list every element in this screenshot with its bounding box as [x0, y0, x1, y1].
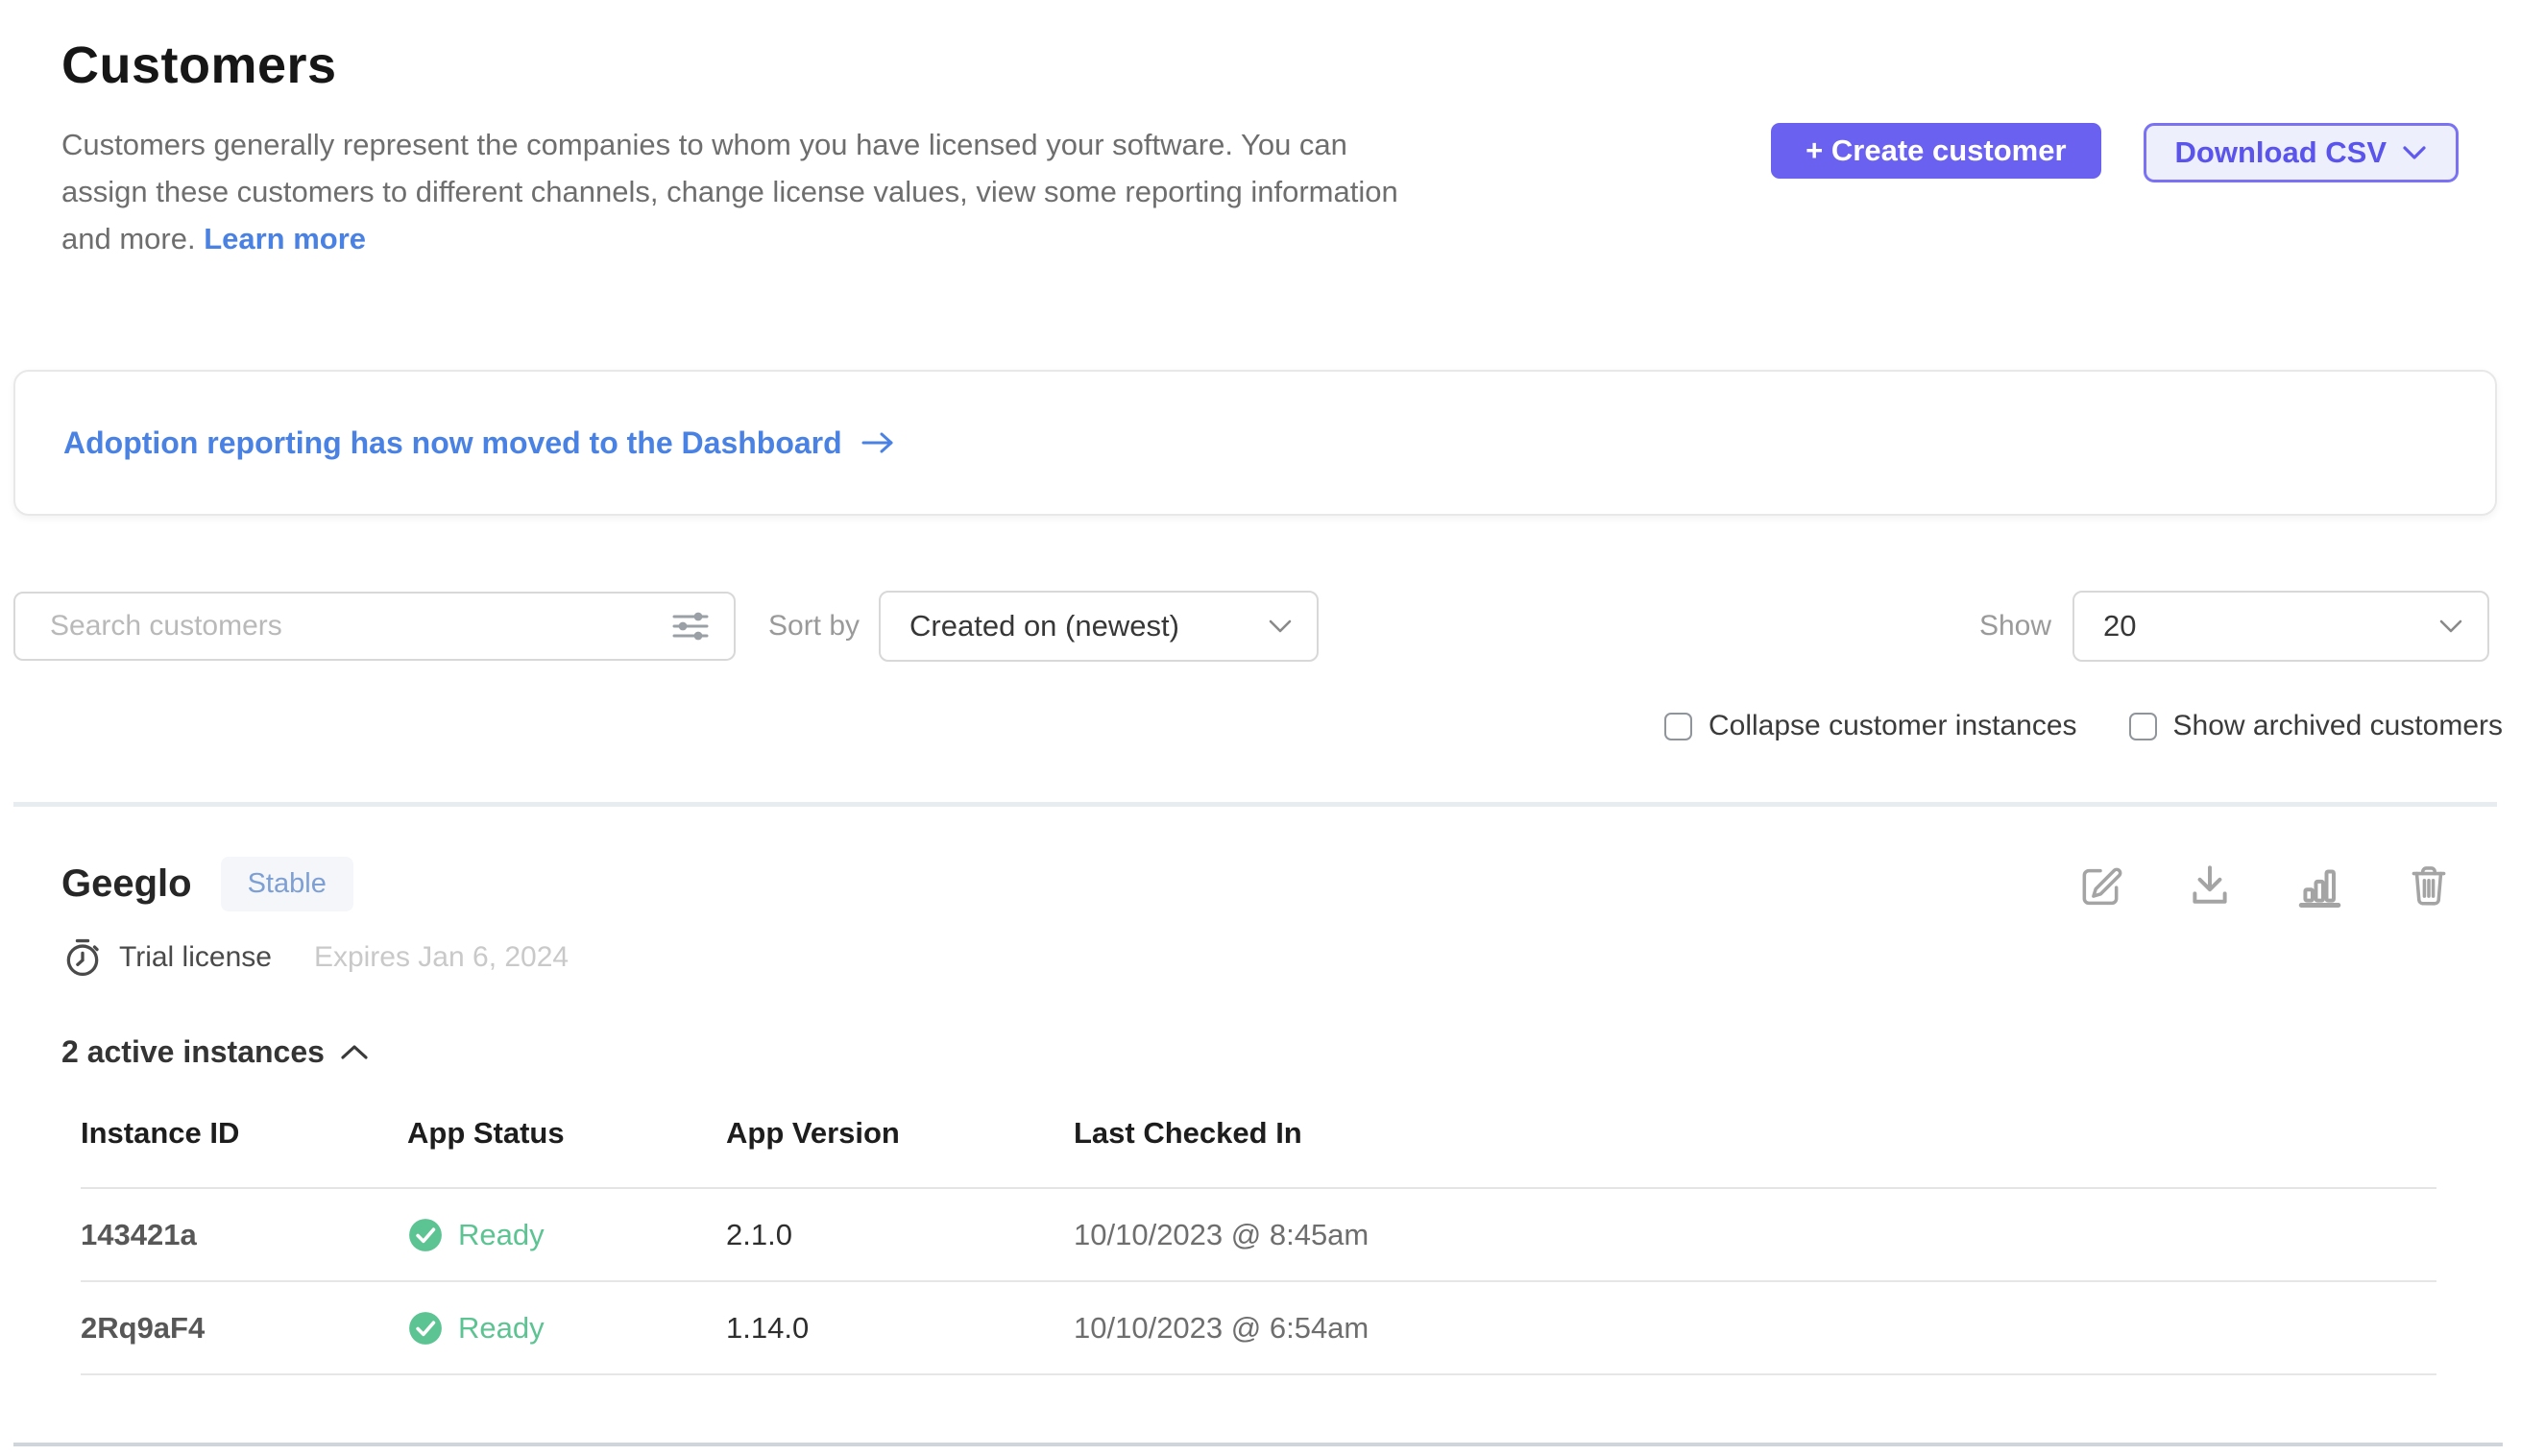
instances-toggle-label: 2 active instances [61, 1034, 325, 1070]
customers-page: Customers Customers generally represent … [0, 0, 2545, 1456]
download-icon [2186, 861, 2234, 909]
show-archived-checkbox[interactable]: Show archived customers [2129, 710, 2503, 742]
sort-select[interactable]: Created on (newest) [879, 591, 1319, 662]
app-version: 1.14.0 [726, 1281, 1074, 1374]
delete-customer-button[interactable] [2405, 861, 2453, 909]
download-license-button[interactable] [2186, 861, 2234, 909]
chevron-down-icon [1269, 619, 1292, 633]
checkbox-box[interactable] [2129, 713, 2157, 740]
app-status-cell: Ready [407, 1188, 726, 1281]
show-archived-label: Show archived customers [2173, 710, 2503, 742]
filter-sliders-icon[interactable] [670, 609, 711, 643]
description-line-end: and more. [61, 222, 196, 255]
table-header-row: Instance ID App Status App Version Last … [81, 1116, 2436, 1188]
customer-analytics-button[interactable] [2295, 861, 2343, 909]
instance-id: 143421a [81, 1188, 407, 1281]
show-select-value: 20 [2103, 609, 2136, 643]
instance-id: 2Rq9aF4 [81, 1281, 407, 1374]
check-circle-icon [407, 1217, 444, 1253]
header-text: Customers Customers generally represent … [61, 35, 1398, 262]
page-title: Customers [61, 35, 1398, 96]
analytics-icon [2295, 861, 2343, 909]
collapse-instances-checkbox[interactable]: Collapse customer instances [1664, 710, 2077, 742]
table-row: 2Rq9aF4 Ready 1.14.0 10/10/2023 @ 6:54am [81, 1281, 2436, 1374]
list-controls: Sort by Created on (newest) Show 20 [0, 591, 2545, 662]
edit-icon [2076, 861, 2124, 909]
show-select[interactable]: 20 [2072, 591, 2489, 662]
adoption-banner-text: Adoption reporting has now moved to the … [63, 425, 842, 461]
customer-head: Geeglo Stable [61, 857, 2453, 911]
page-description: Customers generally represent the compan… [61, 121, 1398, 262]
check-circle-icon [407, 1310, 444, 1347]
app-version: 2.1.0 [726, 1188, 1074, 1281]
channel-badge: Stable [221, 857, 353, 911]
license-type-label: Trial license [119, 941, 272, 974]
col-header-app-status: App Status [407, 1116, 726, 1188]
header-actions: + Create customer Download CSV [1771, 123, 2459, 262]
checkbox-box[interactable] [1664, 713, 1692, 740]
page-header: Customers Customers generally represent … [0, 35, 2545, 262]
license-row: Trial license Expires Jan 6, 2024 [61, 936, 2453, 979]
table-row: 143421a Ready 2.1.0 10/10/2023 @ 8:45am [81, 1188, 2436, 1281]
timer-icon [61, 936, 104, 979]
trash-icon [2405, 861, 2453, 909]
status-badge: Ready [458, 1311, 545, 1346]
customer-actions [2076, 861, 2453, 909]
license-expiry: Expires Jan 6, 2024 [314, 941, 569, 974]
chevron-up-icon [340, 1044, 369, 1060]
sort-by-label: Sort by [768, 610, 860, 643]
status-badge: Ready [458, 1218, 545, 1252]
arrow-right-icon [860, 429, 898, 456]
learn-more-link[interactable]: Learn more [204, 222, 366, 255]
description-line: assign these customers to different chan… [61, 168, 1398, 215]
col-header-app-version: App Version [726, 1116, 1074, 1188]
description-line: Customers generally represent the compan… [61, 121, 1398, 168]
collapse-instances-label: Collapse customer instances [1709, 710, 2077, 742]
chevron-down-icon [2439, 619, 2462, 633]
app-status-cell: Ready [407, 1281, 726, 1374]
download-csv-label: Download CSV [2175, 135, 2387, 170]
last-checked-in: 10/10/2023 @ 8:45am [1074, 1188, 2436, 1281]
instances-table: Instance ID App Status App Version Last … [81, 1116, 2436, 1375]
bottom-divider [13, 1443, 2503, 1446]
customer-name[interactable]: Geeglo [61, 862, 192, 906]
search-wrap [13, 592, 736, 661]
download-csv-button[interactable]: Download CSV [2144, 123, 2459, 182]
sort-select-value: Created on (newest) [909, 609, 1179, 643]
instances-toggle[interactable]: 2 active instances [61, 1034, 369, 1070]
chevron-down-icon [2402, 145, 2427, 160]
create-customer-button[interactable]: + Create customer [1771, 123, 2100, 179]
show-label: Show [1979, 610, 2051, 643]
show-group: Show 20 [1979, 591, 2489, 662]
customer-card: Geeglo Stable [0, 807, 2545, 1375]
adoption-banner-link[interactable]: Adoption reporting has now moved to the … [13, 370, 2497, 516]
list-filters: Collapse customer instances Show archive… [0, 710, 2545, 742]
customer-name-wrap: Geeglo Stable [61, 857, 353, 911]
description-line: and more. Learn more [61, 215, 1398, 262]
col-header-last-checked-in: Last Checked In [1074, 1116, 2436, 1188]
last-checked-in: 10/10/2023 @ 6:54am [1074, 1281, 2436, 1374]
search-input[interactable] [13, 592, 736, 661]
col-header-instance-id: Instance ID [81, 1116, 407, 1188]
edit-customer-button[interactable] [2076, 861, 2124, 909]
